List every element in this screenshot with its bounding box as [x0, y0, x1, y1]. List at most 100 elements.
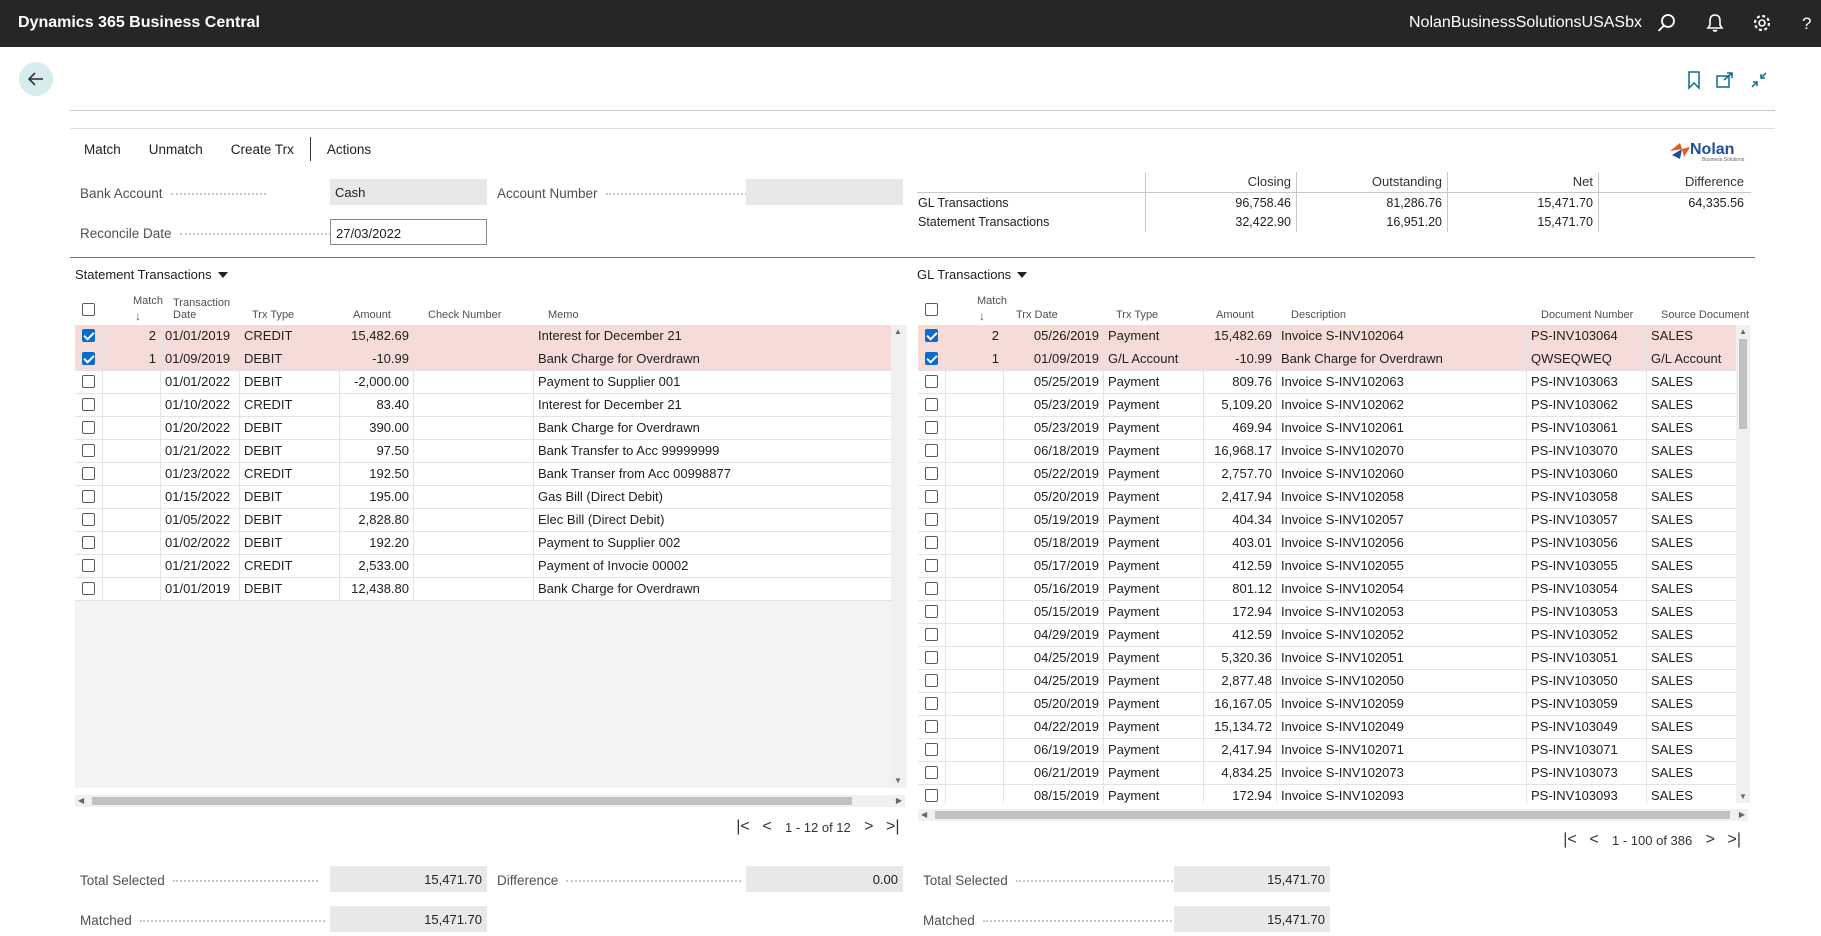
cell-source-document[interactable]: SALES: [1646, 440, 1736, 462]
cell-amount[interactable]: 801.12: [1203, 578, 1276, 600]
row-select-checkbox[interactable]: [925, 628, 938, 641]
row-select-checkbox[interactable]: [925, 651, 938, 664]
cell-date[interactable]: 06/19/2019: [1003, 739, 1103, 761]
table-row[interactable]: 05/20/2019 Payment 2,417.94 Invoice S-INV10…: [918, 486, 1736, 509]
cell-memo[interactable]: Gas Bill (Direct Debit): [533, 486, 891, 508]
cell-memo[interactable]: Interest for December 21: [533, 394, 891, 416]
cell-match[interactable]: [945, 463, 1003, 485]
col-source-document[interactable]: Source Document: [1661, 309, 1749, 321]
table-row[interactable]: 01/20/2022 DEBIT 390.00 Bank Charge for Ove…: [75, 417, 891, 440]
scroll-up-icon[interactable]: ▲: [894, 327, 902, 336]
cell-check-number[interactable]: [413, 394, 533, 416]
col-amount[interactable]: Amount: [1216, 309, 1254, 321]
cell-trx-type[interactable]: Payment: [1103, 762, 1203, 784]
cell-amount[interactable]: 5,109.20: [1203, 394, 1276, 416]
cell-amount[interactable]: 15,134.72: [1203, 716, 1276, 738]
statement-transactions-title[interactable]: Statement Transactions: [75, 267, 228, 282]
cell-source-document[interactable]: G/L Account: [1646, 348, 1736, 370]
create-trx-action[interactable]: Create Trx: [217, 142, 308, 157]
table-row[interactable]: 01/02/2022 DEBIT 192.20 Payment to Supplier…: [75, 532, 891, 555]
cell-amount[interactable]: -10.99: [1203, 348, 1276, 370]
cell-match[interactable]: [102, 394, 160, 416]
cell-source-document[interactable]: SALES: [1646, 739, 1736, 761]
help-icon[interactable]: ?: [1796, 12, 1818, 34]
cell-match[interactable]: [102, 578, 160, 600]
cell-source-document[interactable]: SALES: [1646, 762, 1736, 784]
cell-date[interactable]: 05/23/2019: [1003, 394, 1103, 416]
table-row[interactable]: 05/23/2019 Payment 5,109.20 Invoice S-INV10…: [918, 394, 1736, 417]
cell-date[interactable]: 06/18/2019: [1003, 440, 1103, 462]
cell-date[interactable]: 01/20/2022: [160, 417, 239, 439]
cell-description[interactable]: Invoice S-INV102054: [1276, 578, 1526, 600]
table-row[interactable]: 01/21/2022 CREDIT 2,533.00 Payment of Invoc…: [75, 555, 891, 578]
cell-document-number[interactable]: PS-INV103057: [1526, 509, 1646, 531]
cell-match[interactable]: [945, 509, 1003, 531]
cell-amount[interactable]: 2,417.94: [1203, 739, 1276, 761]
cell-match[interactable]: [102, 555, 160, 577]
cell-description[interactable]: Invoice S-INV102071: [1276, 739, 1526, 761]
app-title[interactable]: Dynamics 365 Business Central: [18, 14, 260, 32]
cell-date[interactable]: 04/25/2019: [1003, 670, 1103, 692]
gl-transactions-title[interactable]: GL Transactions: [917, 267, 1028, 282]
cell-amount[interactable]: 192.20: [339, 532, 413, 554]
cell-match[interactable]: [102, 440, 160, 462]
row-select-checkbox[interactable]: [925, 674, 938, 687]
cell-match[interactable]: [945, 624, 1003, 646]
account-number-field[interactable]: [746, 179, 903, 205]
cell-source-document[interactable]: SALES: [1646, 601, 1736, 623]
row-select-checkbox[interactable]: [82, 375, 95, 388]
cell-check-number[interactable]: [413, 578, 533, 600]
cell-amount[interactable]: 172.94: [1203, 601, 1276, 623]
table-row[interactable]: 04/22/2019 Payment 15,134.72 Invoice S-INV1…: [918, 716, 1736, 739]
cell-document-number[interactable]: PS-INV103050: [1526, 670, 1646, 692]
cell-document-number[interactable]: PS-INV103062: [1526, 394, 1646, 416]
table-row[interactable]: 04/25/2019 Payment 2,877.48 Invoice S-INV10…: [918, 670, 1736, 693]
cell-amount[interactable]: 16,968.17: [1203, 440, 1276, 462]
statement-hscroll-thumb[interactable]: [92, 797, 852, 805]
cell-amount[interactable]: 5,320.36: [1203, 647, 1276, 669]
cell-match[interactable]: [102, 463, 160, 485]
row-select-checkbox[interactable]: [925, 375, 938, 388]
cell-date[interactable]: 01/21/2022: [160, 440, 239, 462]
cell-amount[interactable]: 12,438.80: [339, 578, 413, 600]
scroll-up-icon[interactable]: ▲: [1739, 327, 1747, 336]
settings-gear-icon[interactable]: [1751, 12, 1773, 34]
col-match[interactable]: Match: [133, 295, 163, 307]
row-select-checkbox[interactable]: [925, 582, 938, 595]
cell-trx-type[interactable]: Payment: [1103, 440, 1203, 462]
cell-match[interactable]: [102, 486, 160, 508]
cell-amount[interactable]: 15,482.69: [339, 325, 413, 347]
cell-check-number[interactable]: [413, 486, 533, 508]
scroll-down-icon[interactable]: ▼: [1739, 792, 1747, 801]
row-select-checkbox[interactable]: [925, 444, 938, 457]
cell-trx-type[interactable]: Payment: [1103, 785, 1203, 803]
table-row[interactable]: 01/15/2022 DEBIT 195.00 Gas Bill (Direct De…: [75, 486, 891, 509]
statement-horizontal-scrollbar[interactable]: ◀ ▶: [75, 795, 905, 807]
row-select-checkbox[interactable]: [925, 697, 938, 710]
cell-date[interactable]: 01/01/2019: [160, 325, 239, 347]
cell-date[interactable]: 01/01/2019: [160, 578, 239, 600]
cell-source-document[interactable]: SALES: [1646, 785, 1736, 803]
cell-date[interactable]: 01/02/2022: [160, 532, 239, 554]
cell-document-number[interactable]: QWSEQWEQ: [1526, 348, 1646, 370]
cell-date[interactable]: 01/23/2022: [160, 463, 239, 485]
cell-match[interactable]: [945, 739, 1003, 761]
cell-match[interactable]: 1: [945, 348, 1003, 370]
row-select-checkbox[interactable]: [925, 398, 938, 411]
col-trx-date[interactable]: Trx Date: [1016, 309, 1058, 321]
actions-menu[interactable]: Actions: [313, 142, 385, 157]
cell-source-document[interactable]: SALES: [1646, 647, 1736, 669]
row-select-checkbox[interactable]: [925, 789, 938, 802]
cell-trx-type[interactable]: DEBIT: [239, 509, 339, 531]
cell-memo[interactable]: Payment to Supplier 002: [533, 532, 891, 554]
table-row[interactable]: 01/01/2019 DEBIT 12,438.80 Bank Charge for …: [75, 578, 891, 601]
cell-memo[interactable]: Bank Charge for Overdrawn: [533, 348, 891, 370]
cell-description[interactable]: Invoice S-INV102057: [1276, 509, 1526, 531]
cell-trx-type[interactable]: Payment: [1103, 647, 1203, 669]
cell-document-number[interactable]: PS-INV103061: [1526, 417, 1646, 439]
reconcile-date-input[interactable]: 27/03/2022: [330, 219, 487, 245]
cell-trx-type[interactable]: Payment: [1103, 670, 1203, 692]
cell-description[interactable]: Invoice S-INV102051: [1276, 647, 1526, 669]
cell-amount[interactable]: 2,417.94: [1203, 486, 1276, 508]
table-row[interactable]: 01/21/2022 DEBIT 97.50 Bank Transfer to Acc…: [75, 440, 891, 463]
